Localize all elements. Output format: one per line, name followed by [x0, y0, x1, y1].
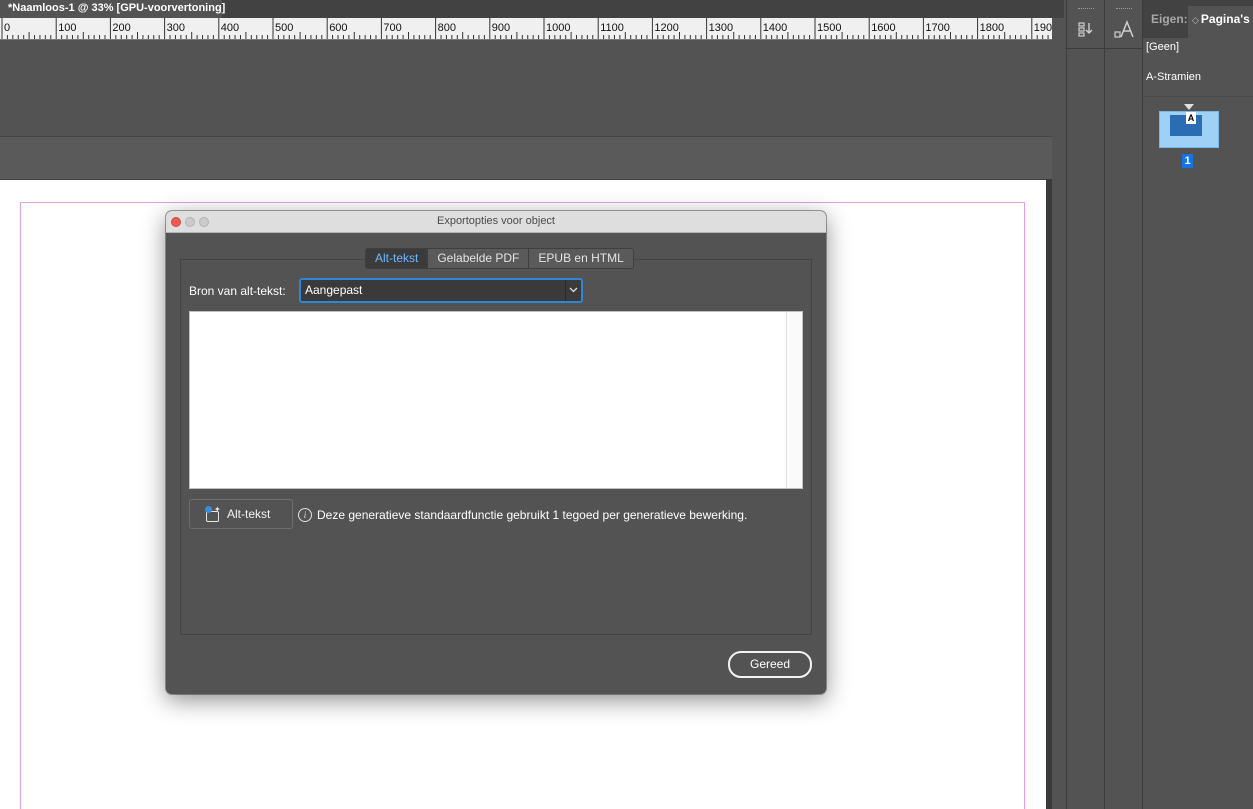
current-page-marker-icon: [1184, 104, 1194, 110]
master-none-item[interactable]: [Geen]: [1146, 41, 1179, 53]
ruler-label: 800: [437, 22, 456, 34]
ruler-label: 1100: [600, 22, 624, 34]
page-thumbnail[interactable]: A: [1159, 111, 1219, 148]
ruler-label: 0: [4, 22, 11, 34]
swap-direction-icon[interactable]: [1075, 18, 1097, 40]
chevron-down-icon[interactable]: [565, 280, 581, 301]
page-number-badge[interactable]: 1: [1182, 154, 1193, 168]
tab-alt-text[interactable]: Alt-tekst: [366, 249, 429, 268]
ruler-label: 700: [383, 22, 402, 34]
panel-tab-bar: Eigen: ◇ Pagina's: [1143, 0, 1253, 38]
panel-separator: [1143, 96, 1253, 97]
document-tab-strip: *Naamloos-1 @ 33% [GPU-voorvertoning]: [0, 0, 1064, 18]
generate-alt-text-label: Alt-tekst: [227, 507, 271, 521]
page-edge: [1046, 179, 1052, 809]
ruler-label: 190: [1033, 22, 1052, 34]
ruler-label: 200: [112, 22, 131, 34]
strip-grip[interactable]: [1078, 8, 1094, 10]
pages-panel: Eigen: ◇ Pagina's [Geen] A-Stramien A 1: [1142, 0, 1253, 809]
ruler-label: 1700: [925, 22, 950, 34]
ruler-label: 400: [220, 22, 240, 34]
ruler-label: 1200: [654, 22, 679, 34]
pasteboard-lower[interactable]: [0, 137, 1052, 179]
tool-strip-1: [1066, 0, 1104, 809]
info-text: Deze generatieve standaardfunctie gebrui…: [317, 508, 748, 522]
ruler-label: 1000: [546, 22, 571, 34]
alt-text-textarea[interactable]: [189, 311, 803, 489]
character-styles-icon[interactable]: [1113, 18, 1135, 40]
info-icon: i: [298, 508, 312, 522]
tab-pages[interactable]: ◇ Pagina's: [1188, 6, 1253, 38]
master-a-item[interactable]: A-Stramien: [1146, 71, 1201, 83]
generative-credit-notice: i Deze generatieve standaardfunctie gebr…: [298, 508, 747, 522]
alt-text-source-label: Bron van alt-tekst:: [189, 284, 286, 298]
tab-pages-label: Pagina's: [1200, 12, 1250, 26]
ruler-label: 300: [166, 22, 185, 34]
tab-tagged-pdf[interactable]: Gelabelde PDF: [428, 249, 530, 268]
pasteboard[interactable]: [0, 40, 1052, 136]
master-letter: A: [1186, 112, 1196, 124]
indesign-window: *Naamloos-1 @ 33% [GPU-voorvertoning] 0 1…: [0, 0, 1253, 809]
document-tab[interactable]: *Naamloos-1 @ 33% [GPU-voorvertoning]: [0, 0, 225, 18]
alt-text-source-value: Aangepast: [305, 283, 363, 297]
tab-properties[interactable]: Eigen:: [1151, 12, 1188, 26]
ruler-label: 1500: [817, 22, 842, 34]
tab-epub-html[interactable]: EPUB en HTML: [529, 249, 633, 268]
dialog-title: Exportopties voor object: [436, 215, 555, 227]
ruler-label: 1400: [762, 22, 788, 34]
ruler-label: 1800: [979, 22, 1005, 34]
generative-image-icon: ✦: [205, 506, 221, 522]
strip-divider: [1067, 48, 1104, 49]
export-options-dialog: Exportopties voor object Alt-tekst Gelab…: [166, 211, 826, 694]
strip-grip[interactable]: [1116, 8, 1132, 10]
ruler-label: 900: [491, 22, 511, 34]
dialog-tabs: Alt-tekst Gelabelde PDF EPUB en HTML: [365, 248, 634, 269]
horizontal-ruler[interactable]: 0 100 200 300 400 500 600 700 800 900 1000 1100 1200…: [0, 18, 1052, 40]
tab-reorder-icon: ◇: [1192, 15, 1199, 25]
strip-divider: [1105, 48, 1142, 49]
alt-text-source-select[interactable]: Aangepast: [300, 279, 582, 302]
tool-strip-2: [1104, 0, 1142, 809]
ruler-label: 1600: [871, 22, 896, 34]
ruler-label: 600: [329, 22, 348, 34]
generate-alt-text-button[interactable]: ✦ Alt-tekst: [189, 499, 293, 529]
dialog-titlebar[interactable]: Exportopties voor object: [166, 211, 826, 233]
ruler-label: 100: [58, 22, 77, 34]
done-button[interactable]: Gereed: [728, 651, 812, 678]
ruler-label: 500: [275, 22, 294, 34]
textarea-scrollbar[interactable]: [786, 312, 802, 488]
ruler-label: 1300: [708, 22, 734, 34]
